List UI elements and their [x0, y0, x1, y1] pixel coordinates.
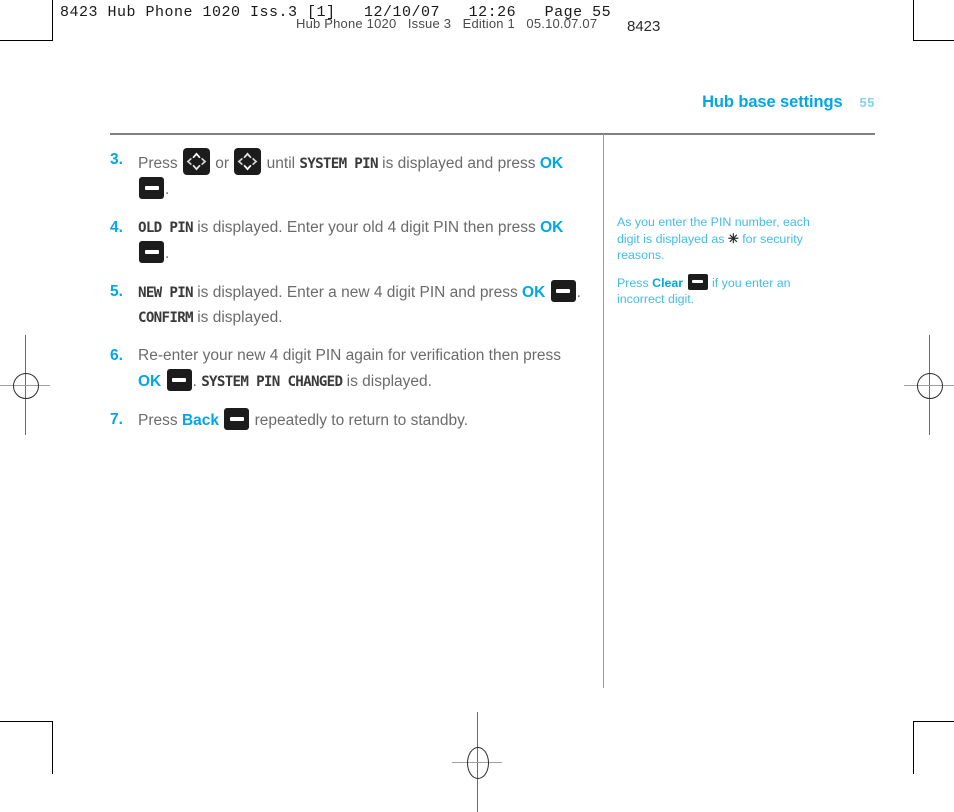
key-label: OK — [522, 284, 546, 301]
step-text-run: is displayed. — [342, 372, 432, 390]
step-text-run: until — [262, 155, 300, 172]
step-text: Press Back repeatedly to return to stand… — [138, 408, 585, 434]
step-text-run: . — [576, 284, 581, 301]
running-head: Hub base settings 55 — [702, 93, 875, 112]
sidebar-note-text-2a: Press — [617, 275, 653, 290]
registration-mark-circle — [917, 373, 943, 399]
nav-key-down-icon — [234, 148, 262, 175]
step-text-run: repeatedly to return to standby. — [250, 412, 469, 429]
soft-key-icon — [550, 280, 576, 302]
instruction-step: 4. OLD PIN is displayed. Enter your old 4… — [110, 216, 585, 266]
display-text: NEW PIN — [138, 285, 194, 301]
step-text-run: Press — [138, 155, 182, 172]
soft-key-icon — [224, 408, 250, 430]
step-text-run: is displayed. — [192, 308, 283, 326]
clear-key-label: Clear — [652, 275, 684, 290]
step-text-run: is displayed. Enter a new 4 digit PIN an… — [192, 284, 523, 301]
key-label: Back — [181, 412, 219, 429]
step-number: 3. — [110, 151, 123, 168]
display-text: SYSTEM PIN CHANGED — [201, 373, 343, 390]
registration-mark-bottom — [452, 712, 502, 812]
instruction-step: 7. Press Back repeatedly to return to sta… — [110, 408, 585, 434]
display-text: CONFIRM — [138, 309, 194, 326]
display-text: SYSTEM PIN — [299, 156, 378, 172]
asterisk-icon: ✳ — [727, 230, 739, 246]
crop-mark-top-left — [0, 0, 53, 41]
column-divider-rule — [603, 134, 604, 688]
soft-key-icon — [139, 176, 164, 199]
nav-key-up-icon — [182, 148, 210, 175]
key-label: OK — [138, 372, 162, 390]
key-label: OK — [540, 219, 564, 236]
sidebar-note-paragraph-1: As you enter the PIN number, each digit … — [617, 214, 829, 264]
registration-mark-circle — [13, 373, 39, 399]
step-text: Press or until SYSTEM PIN is displayed a… — [138, 148, 585, 202]
step-text: NEW PIN is displayed. Enter a new 4 digi… — [138, 280, 585, 330]
step-text-run: Re-enter your new 4 digit PIN again for … — [138, 347, 562, 364]
step-number: 5. — [110, 283, 123, 300]
crop-mark-top-right — [913, 0, 954, 41]
registration-mark-circle — [467, 747, 489, 779]
registration-mark-right — [904, 335, 954, 435]
step-text: OLD PIN is displayed. Enter your old 4 d… — [138, 216, 585, 266]
prepress-slug-secondary: Hub Phone 1020 Issue 3 Edition 1 05.10.0… — [296, 19, 597, 35]
prepress-slug-code: 8423 — [627, 18, 661, 35]
registration-mark-left — [0, 335, 50, 435]
soft-key-icon — [687, 273, 708, 290]
sidebar-note: As you enter the PIN number, each digit … — [617, 214, 829, 308]
step-text-run: Press — [138, 412, 182, 429]
step-number: 7. — [110, 411, 123, 428]
step-text-run: or — [210, 155, 234, 172]
instruction-step: 6. Re-enter your new 4 digit PIN again fo… — [110, 344, 585, 394]
prepress-slug-secondary-text: Hub Phone 1020 Issue 3 Edition 1 05.10.0… — [296, 19, 598, 31]
step-text-run: . — [165, 180, 170, 198]
key-label: OK — [539, 155, 564, 172]
header-rule — [110, 133, 875, 135]
step-text-run: . — [165, 244, 170, 262]
sidebar-note-paragraph-2: Press Clear if you enter an incorrect di… — [617, 273, 829, 308]
crop-mark-bottom-left — [0, 721, 53, 774]
step-text-run: is displayed. Enter your old 4 digit PIN… — [192, 219, 541, 236]
display-text: OLD PIN — [138, 220, 194, 236]
instruction-step-list: 3. Press or until SYSTEM PIN is displayed… — [110, 148, 585, 448]
step-text-run: is displayed and press — [377, 155, 540, 172]
step-number: 4. — [110, 219, 123, 236]
crop-mark-bottom-right — [913, 721, 954, 774]
page-number: 55 — [859, 95, 875, 110]
page-title: Hub base settings — [702, 93, 843, 111]
step-number: 6. — [110, 347, 123, 364]
step-text: Re-enter your new 4 digit PIN again for … — [138, 344, 585, 394]
step-text-run: . — [192, 372, 202, 390]
soft-key-icon — [166, 368, 192, 391]
instruction-step: 3. Press or until SYSTEM PIN is displayed… — [110, 148, 585, 202]
instruction-step: 5. NEW PIN is displayed. Enter a new 4 di… — [110, 280, 585, 330]
soft-key-icon — [139, 240, 164, 263]
